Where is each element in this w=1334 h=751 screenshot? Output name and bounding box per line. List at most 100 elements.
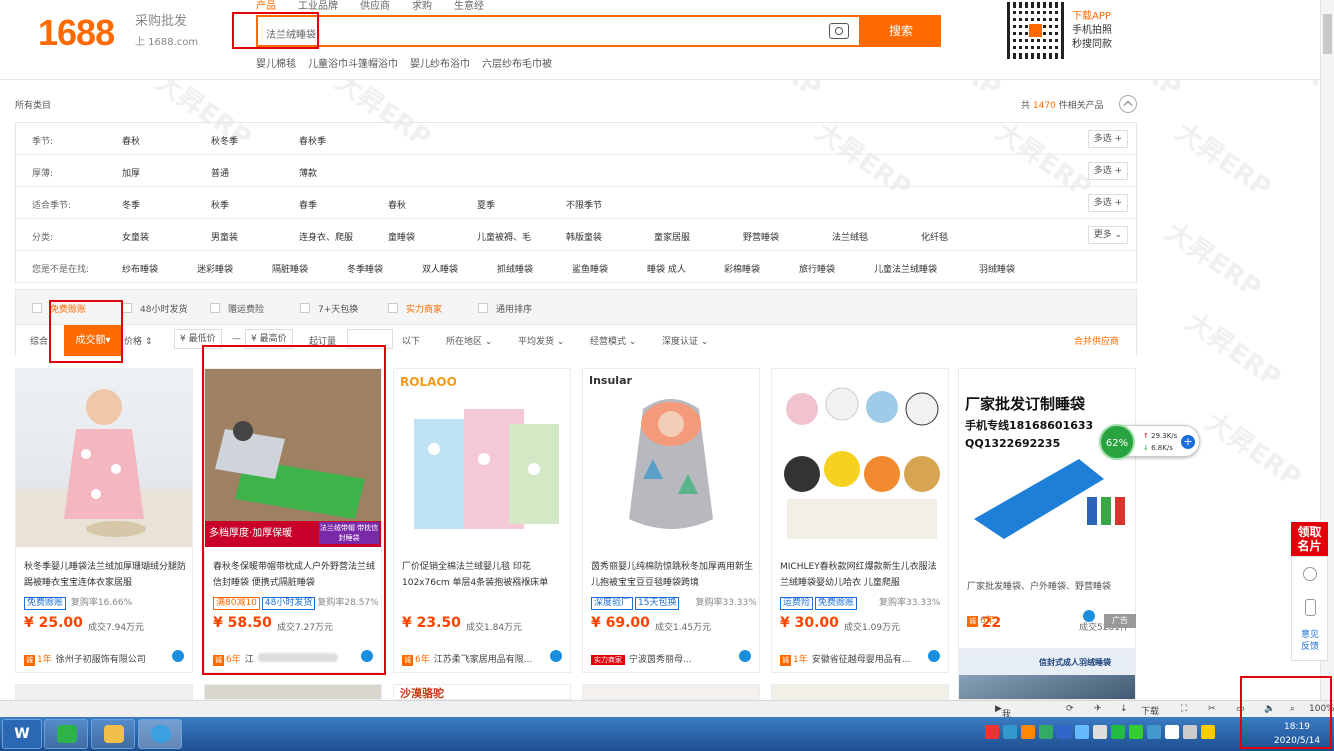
filter-option[interactable]: 化纤毯 [921, 230, 948, 243]
chat-icon[interactable] [739, 650, 751, 662]
suggestion-link[interactable]: 旅行睡袋 [799, 262, 835, 275]
breadcrumb[interactable]: 所有类目 [15, 98, 51, 111]
headset-icon[interactable] [1303, 567, 1317, 581]
tray-icon[interactable] [1129, 725, 1143, 739]
checkbox-icon[interactable] [388, 303, 398, 313]
tray-icon[interactable] [1021, 725, 1035, 739]
checkbox-icon[interactable] [478, 303, 488, 313]
filter-option[interactable]: 野营睡袋 [743, 230, 779, 243]
feedback-link[interactable]: 意见 反馈 [1296, 629, 1324, 653]
dropdown-avg-shipping[interactable]: 平均发货 ⌄ [518, 334, 564, 347]
tray-icon[interactable] [1039, 725, 1053, 739]
checkbox-48h-shipping[interactable]: 48小时发货 [122, 302, 187, 315]
mobile-icon[interactable] [1305, 599, 1316, 616]
filter-option[interactable]: 连身衣、爬服 [299, 230, 353, 243]
filter-option[interactable]: 儿童被褥、毛 [477, 230, 531, 243]
suggestion-link[interactable]: 迷彩睡袋 [197, 262, 233, 275]
tray-icon[interactable] [1165, 725, 1179, 739]
multi-select-button[interactable]: 多选 + [1088, 130, 1128, 148]
tray-icon[interactable] [1147, 725, 1161, 739]
chat-icon[interactable] [928, 650, 940, 662]
product-card-partial[interactable] [204, 684, 382, 700]
search-input[interactable]: 法兰绒睡袋 [256, 15, 861, 47]
product-card-ad[interactable]: 厂家批发订制睡袋 手机专线18168601633 QQ1322692235 ¥ … [958, 368, 1136, 673]
filter-option[interactable]: 冬季 [122, 198, 140, 211]
app-download-promo[interactable]: 下载APP 手机拍照 秒搜同款 [1072, 10, 1112, 52]
sort-by-price[interactable]: 价格 ⇕ [124, 334, 152, 347]
dropdown-certification[interactable]: 深度认证 ⌄ [662, 334, 708, 347]
my-video-button[interactable]: ▶ 我的视频 [995, 704, 1011, 751]
suggestion-link[interactable]: 抓绒睡袋 [497, 262, 533, 275]
suggestion-link[interactable]: 鲨鱼睡袋 [572, 262, 608, 275]
filter-option[interactable]: 加厚 [122, 166, 140, 179]
ad-card-partial[interactable]: 信封式成人羽绒睡袋 [958, 648, 1136, 700]
filter-option[interactable]: 女童装 [122, 230, 149, 243]
product-title[interactable]: 茵秀丽婴儿纯棉防惊跳秋冬加厚两用新生儿抱被宝宝豆豆毯睡袋跨境 [591, 559, 753, 591]
checkbox-icon[interactable] [122, 303, 132, 313]
filter-option[interactable]: 薄款 [299, 166, 317, 179]
filter-option[interactable]: 春季 [299, 198, 317, 211]
hot-word[interactable]: 儿童浴巾斗篷帽浴巾 [308, 55, 398, 70]
suggestion-link[interactable]: 双人睡袋 [422, 262, 458, 275]
search-tab-product[interactable]: 产品 [256, 0, 276, 12]
search-tab-industrial[interactable]: 工业品牌 [298, 0, 338, 12]
filter-option[interactable]: 童睡袋 [388, 230, 415, 243]
tray-icon[interactable] [1183, 725, 1197, 739]
multi-select-button[interactable]: 多选 + [1088, 162, 1128, 180]
camera-icon[interactable] [829, 23, 849, 39]
tray-icon[interactable] [1201, 725, 1215, 739]
suggestion-link[interactable]: 隔脏睡袋 [272, 262, 308, 275]
filter-option[interactable]: 不限季节 [566, 198, 602, 211]
chat-icon[interactable] [172, 650, 184, 662]
taskbar-wechat[interactable] [44, 719, 88, 749]
product-image[interactable] [16, 369, 192, 547]
sort-default[interactable]: 综合 [30, 334, 48, 347]
filter-option[interactable]: 童家居服 [654, 230, 690, 243]
product-card[interactable]: 秋冬季婴儿睡袋法兰绒加厚珊瑚绒分腿防踢被睡衣宝宝连体衣家居服 免费赊账 复购率1… [15, 368, 193, 673]
site-logo[interactable]: 1688 [38, 12, 115, 54]
checkbox-icon[interactable] [210, 303, 220, 313]
suggestion-link[interactable]: 彩棉睡袋 [724, 262, 760, 275]
hot-word[interactable]: 婴儿纱布浴巾 [410, 55, 470, 70]
product-title[interactable]: 厂价促销全棉法兰绒婴儿毯 印花102x76cm 单层4条装抱被襁褓床单 [402, 559, 564, 591]
product-title[interactable]: MICHLEY春秋款网红爆款新生儿衣服法兰绒睡袋婴幼儿哈衣 儿童爬服 [780, 559, 942, 591]
collapse-filters-button[interactable] [1119, 95, 1137, 113]
tray-icon[interactable] [1057, 725, 1071, 739]
refresh-icon[interactable]: ⟳ [1066, 704, 1074, 714]
start-button[interactable]: W [2, 719, 42, 749]
search-tab-supplier[interactable]: 供应商 [360, 0, 390, 12]
scrollbar-thumb[interactable] [1323, 14, 1332, 54]
filter-option[interactable]: 夏季 [477, 198, 495, 211]
product-card[interactable]: Insular 茵秀丽婴儿纯棉防惊跳秋冬加厚两用新生儿抱被宝宝豆豆毯睡袋跨境 深… [582, 368, 760, 673]
tray-icon[interactable] [1111, 725, 1125, 739]
download-icon[interactable]: ↓ [1120, 704, 1128, 714]
search-button[interactable]: 搜索 [861, 15, 941, 47]
filter-option[interactable]: 春秋 [122, 134, 140, 147]
taskbar-browser[interactable] [138, 719, 182, 749]
download-button[interactable]: 下载 [1141, 704, 1159, 717]
product-title[interactable]: 秋冬季婴儿睡袋法兰绒加厚珊瑚绒分腿防踢被睡衣宝宝连体衣家居服 [24, 559, 186, 591]
filter-option[interactable]: 秋冬季 [211, 134, 238, 147]
checkbox-general-sort[interactable]: 通用排序 [478, 302, 532, 315]
product-image[interactable] [772, 369, 948, 547]
filter-option[interactable]: 秋季 [211, 198, 229, 211]
get-business-card-button[interactable]: 领取 名片 [1291, 522, 1328, 556]
suggestion-link[interactable]: 儿童法兰绒睡袋 [874, 262, 937, 275]
tray-icon[interactable] [985, 725, 999, 739]
checkbox-7day-exchange[interactable]: 7+天包换 [300, 302, 358, 315]
taskbar-file-explorer[interactable] [91, 719, 135, 749]
product-card[interactable]: MICHLEY春秋款网红爆款新生儿衣服法兰绒睡袋婴幼儿哈衣 儿童爬服 运费险 免费… [771, 368, 949, 673]
network-speed-widget[interactable]: 62% ↑ 29.3K/s ↓ 6.8K/s + [1099, 424, 1200, 460]
dropdown-region[interactable]: 所在地区 ⌄ [446, 334, 492, 347]
boost-plus-button[interactable]: + [1181, 435, 1195, 449]
suggestion-link[interactable]: 睡袋 成人 [647, 262, 686, 275]
product-card-partial[interactable] [771, 684, 949, 700]
checkbox-strong-merchant[interactable]: 实力商家 [388, 302, 442, 315]
product-title[interactable]: 厂家批发睡袋、户外睡袋、野营睡袋 [967, 579, 1129, 611]
filter-option[interactable]: 春秋 [388, 198, 406, 211]
filter-option[interactable]: 春秋季 [299, 134, 326, 147]
checkbox-icon[interactable] [300, 303, 310, 313]
chat-icon[interactable] [1083, 610, 1095, 622]
product-image[interactable]: ROLAOO [394, 369, 570, 547]
supplier-info[interactable]: 诚 1年 安徽省征越母婴用品有... [780, 652, 942, 666]
